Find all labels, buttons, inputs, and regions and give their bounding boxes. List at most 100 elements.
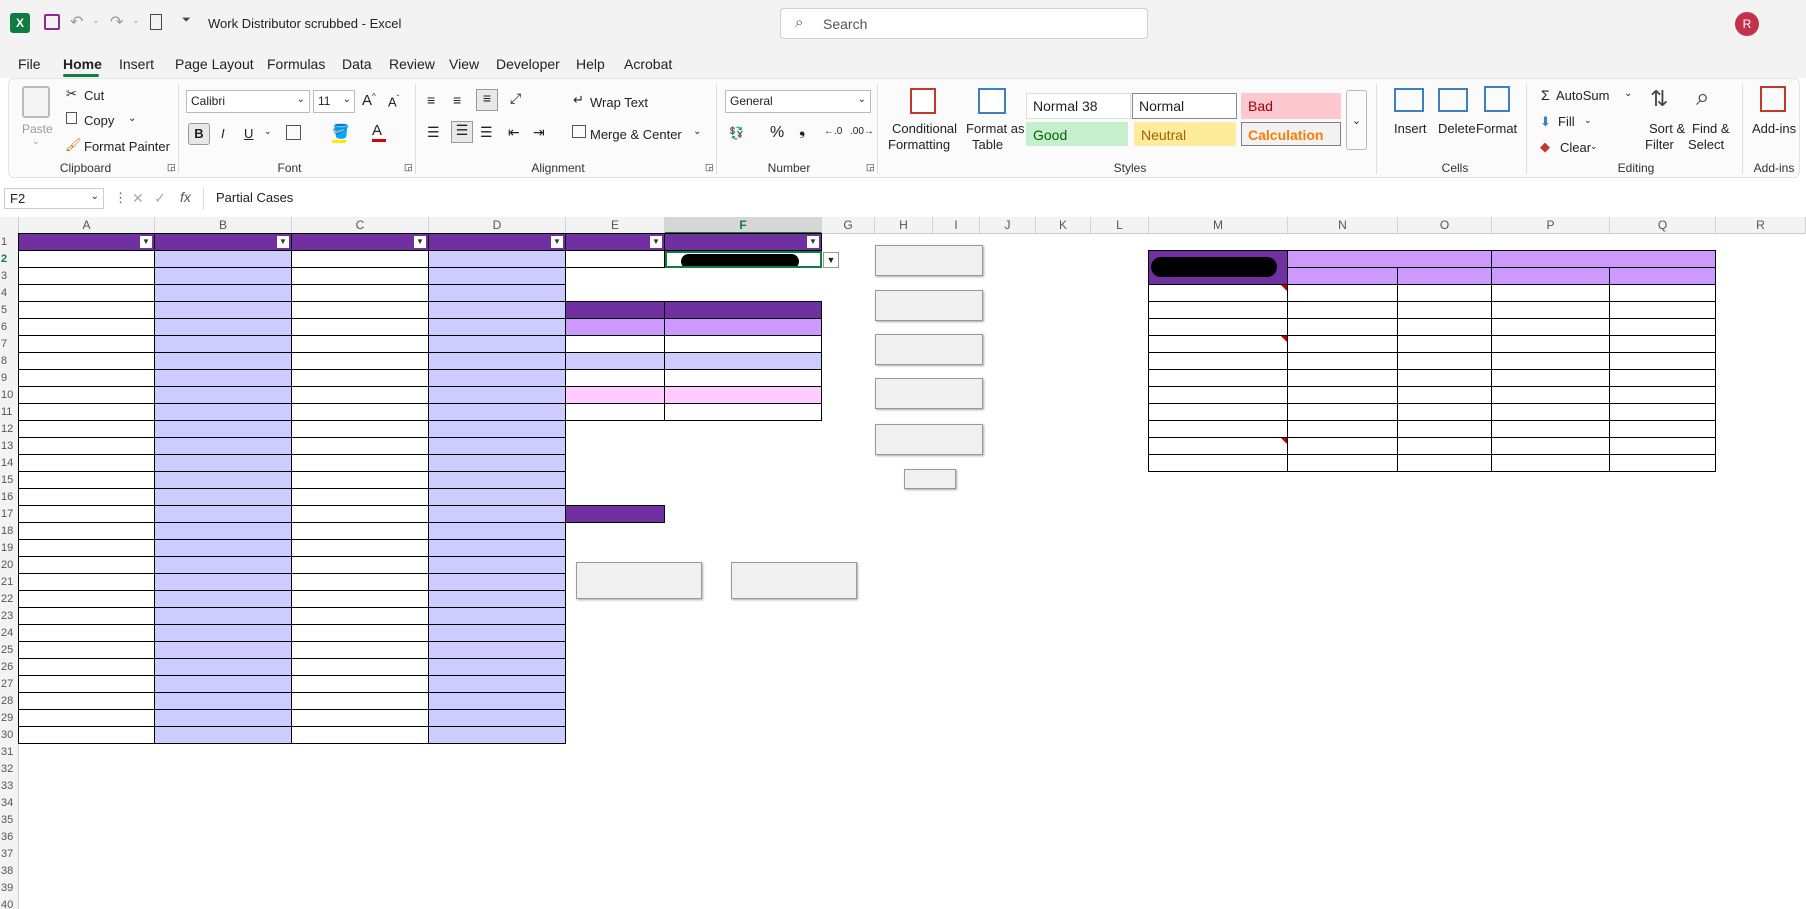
table-cell[interactable] xyxy=(291,352,429,370)
conditional-formatting-label1[interactable]: Conditional xyxy=(892,121,957,136)
column-header-m[interactable]: M xyxy=(1149,217,1288,234)
summary-cell[interactable] xyxy=(1609,301,1716,319)
column-header-j[interactable]: J xyxy=(980,217,1036,234)
table-cell[interactable] xyxy=(154,352,292,370)
table-cell[interactable] xyxy=(291,607,429,625)
find-select-label1[interactable]: Find & xyxy=(1692,121,1730,136)
comma-style-icon[interactable]: ❟ xyxy=(799,122,805,140)
table-cell[interactable] xyxy=(154,675,292,693)
table-cell[interactable] xyxy=(154,471,292,489)
alignment-launcher-icon[interactable]: ◲ xyxy=(705,162,714,173)
table-header-cell[interactable]: ▼ xyxy=(18,233,155,251)
filter-dropdown-icon[interactable]: ▼ xyxy=(807,236,819,248)
table-cell[interactable] xyxy=(154,318,292,336)
avatar[interactable]: R xyxy=(1735,12,1759,36)
table-cell[interactable] xyxy=(18,590,155,608)
table-header-cell[interactable]: ▼ xyxy=(664,233,822,251)
table-cell[interactable] xyxy=(428,539,566,557)
underline-button[interactable]: U xyxy=(244,126,253,141)
table-cell[interactable] xyxy=(291,284,429,302)
column-header-p[interactable]: P xyxy=(1492,217,1610,234)
row-header-6[interactable]: 6 xyxy=(0,321,18,338)
row-header-16[interactable]: 16 xyxy=(0,491,18,508)
summary-cell[interactable] xyxy=(1609,335,1716,353)
summary-cell[interactable] xyxy=(1609,352,1716,370)
table-cell[interactable] xyxy=(18,488,155,506)
row-header-37[interactable]: 37 xyxy=(0,848,18,865)
copy-button[interactable]: Copy xyxy=(84,113,114,128)
menu-data[interactable]: Data xyxy=(342,56,372,72)
table-cell[interactable] xyxy=(154,369,292,387)
table-cell[interactable] xyxy=(154,437,292,455)
table-cell[interactable] xyxy=(428,573,566,591)
summary-cell[interactable] xyxy=(1287,386,1398,404)
table-cell[interactable] xyxy=(428,556,566,574)
summary-label-cell[interactable] xyxy=(1148,284,1288,302)
table-header-cell[interactable]: ▼ xyxy=(154,233,292,251)
row-header-33[interactable]: 33 xyxy=(0,780,18,797)
filter-dropdown-icon[interactable]: ▼ xyxy=(140,236,152,248)
quick-access-customize-icon[interactable]: ⏷ xyxy=(182,14,191,27)
update-current-file-button[interactable] xyxy=(576,562,702,599)
table-cell[interactable] xyxy=(291,505,429,523)
summary-cell[interactable] xyxy=(1397,420,1492,438)
menu-insert[interactable]: Insert xyxy=(119,56,154,72)
row-header-5[interactable]: 5 xyxy=(0,304,18,321)
row-header-28[interactable]: 28 xyxy=(0,695,18,712)
table-cell[interactable] xyxy=(18,420,155,438)
assign-button[interactable] xyxy=(875,290,983,321)
column-header-h[interactable]: H xyxy=(875,217,933,234)
font-size-select[interactable]: 11 ⌄ xyxy=(313,90,355,113)
name-box[interactable]: F2 ⌄ xyxy=(4,188,104,209)
summary-label-cell[interactable] xyxy=(1148,301,1288,319)
table-cell[interactable] xyxy=(291,369,429,387)
row-header-13[interactable]: 13 xyxy=(0,440,18,457)
table-cell[interactable] xyxy=(18,675,155,693)
font-launcher-icon[interactable]: ◲ xyxy=(404,162,413,173)
column-header-e[interactable]: E xyxy=(566,217,665,234)
row-header-34[interactable]: 34 xyxy=(0,797,18,814)
menu-view[interactable]: View xyxy=(449,56,479,72)
table-cell[interactable] xyxy=(18,318,155,336)
menu-home[interactable]: Home xyxy=(63,56,102,72)
table-cell[interactable] xyxy=(428,301,566,319)
table-cell[interactable] xyxy=(18,539,155,557)
format-as-table-label2[interactable]: Table xyxy=(972,137,1003,152)
table-header-cell[interactable]: ▼ xyxy=(565,233,665,251)
create-report-button[interactable] xyxy=(731,562,857,599)
row-header-31[interactable]: 31 xyxy=(0,746,18,763)
table-cell[interactable] xyxy=(428,675,566,693)
paste-icon[interactable] xyxy=(22,86,50,118)
find-select-label2[interactable]: Select xyxy=(1688,137,1724,152)
addins-button[interactable]: Add-ins xyxy=(1752,121,1796,136)
merge-center-button[interactable]: Merge & Center xyxy=(590,127,682,142)
number-format-select[interactable]: General ⌄ xyxy=(725,90,871,113)
table-cell[interactable] xyxy=(154,522,292,540)
table-cell[interactable] xyxy=(18,335,155,353)
confirm-entry-icon[interactable]: ✓ xyxy=(154,190,166,207)
style-bad[interactable]: Bad xyxy=(1241,93,1341,119)
summary-cell[interactable] xyxy=(1287,437,1398,455)
row-header-36[interactable]: 36 xyxy=(0,831,18,848)
column-header-l[interactable]: L xyxy=(1091,217,1149,234)
table-cell[interactable] xyxy=(154,505,292,523)
table-cell[interactable] xyxy=(428,624,566,642)
sort-filter-label2[interactable]: Filter xyxy=(1645,137,1674,152)
table-cell[interactable] xyxy=(291,420,429,438)
filter-dropdown-icon[interactable]: ▼ xyxy=(551,236,563,248)
table-cell[interactable] xyxy=(291,709,429,727)
table-cell[interactable] xyxy=(428,726,566,744)
borders-icon[interactable] xyxy=(286,125,301,140)
summary-cell[interactable] xyxy=(1397,318,1492,336)
column-header-f[interactable]: F xyxy=(665,217,822,234)
summary-label-cell[interactable] xyxy=(1148,335,1288,353)
style-normal38[interactable]: Normal 38 xyxy=(1026,93,1131,119)
table-cell[interactable] xyxy=(18,709,155,727)
undo-icon[interactable]: ↶ xyxy=(70,12,83,32)
summary-cell[interactable] xyxy=(1609,369,1716,387)
spreadsheet-grid[interactable]: ABCDEFGHIJKLMNOPQR 1 2 3 4 5 6 7 8 9 10 11 12 13 14 15… xyxy=(0,217,1806,909)
summary-cell[interactable] xyxy=(1397,284,1492,302)
summary-cell[interactable] xyxy=(1397,386,1492,404)
table-cell[interactable] xyxy=(18,267,155,285)
table-cell[interactable] xyxy=(18,369,155,387)
